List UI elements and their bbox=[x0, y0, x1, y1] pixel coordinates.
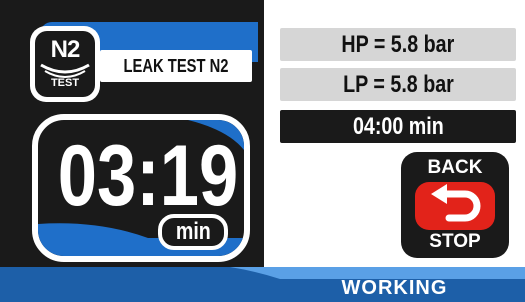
undo-arrow-icon bbox=[415, 182, 495, 230]
stop-label: STOP bbox=[429, 231, 481, 252]
timer-unit-label: min bbox=[158, 214, 228, 250]
n2-test-icon: N2 TEST bbox=[30, 26, 100, 102]
remaining-time: 03:19 bbox=[57, 128, 239, 224]
timer-display: 03:19 min bbox=[32, 114, 250, 262]
back-label: BACK bbox=[427, 157, 483, 178]
test-duration-readout: 04:00 min bbox=[280, 110, 516, 143]
n2-symbol: N2 bbox=[50, 36, 81, 63]
hp-pressure-readout: HP = 5.8 bar bbox=[280, 28, 516, 61]
test-title: LEAK TEST N2 bbox=[100, 50, 252, 82]
timer-panel: LEAK TEST N2 N2 TEST 03:19 min bbox=[0, 0, 264, 302]
lp-pressure-readout: LP = 5.8 bar bbox=[280, 68, 516, 101]
status-text: WORKING bbox=[341, 277, 448, 299]
n2-test-caption: TEST bbox=[50, 77, 80, 89]
back-stop-button[interactable]: BACK STOP bbox=[401, 152, 509, 258]
